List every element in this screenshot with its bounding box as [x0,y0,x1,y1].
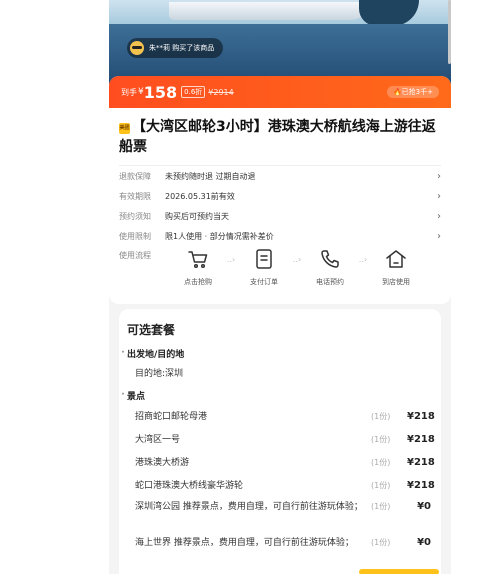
flow-step-buy: 点击抢购 [175,247,221,287]
package-item-price: ¥218 [407,457,435,468]
flow-step-label: 支付订单 [250,278,278,286]
section-header-text: 出发地/目的地 [127,349,185,360]
buyer-avatar [130,41,144,55]
section-header-attractions: · 景点 [119,385,441,405]
info-label: 预约须知 [119,211,151,221]
chevron-right-icon: › [437,170,441,182]
product-info-list: 退款保障 未预约随时退 过期自动退 › 有效期限 2026.05.31前有效 ›… [109,166,451,246]
bullet-icon: · [121,390,125,400]
meituan-tag-icon: 美团 [119,123,130,134]
cart-icon [188,251,208,269]
original-price: ¥2914 [208,87,234,97]
info-label: 有效期限 [119,191,151,201]
flow-step-pay: 支付订单 [241,247,287,287]
product-detail-screen: 朱**莉 购买了该商品 到手 ¥ 158 0.6折 ¥2914 🔥已抢3千+ 美… [109,0,451,574]
product-hero-image[interactable]: 朱**莉 购买了该商品 [109,0,451,84]
usage-flow: 使用流程 点击抢购 ‥› 支付订单 ‥› 电话预约 ‥› 到店使用 [109,247,451,287]
package-item: 招商蛇口邮轮母港 (1份) ¥218 [119,405,441,428]
usage-flow-label: 使用流程 [119,251,151,260]
package-item-qty: (1份) [371,481,391,490]
flow-step-label: 到店使用 [382,278,410,286]
info-value: 限1人使用 · 部分情况需补差价 [165,231,274,241]
section-header-route: · 出发地/目的地 [119,343,441,363]
package-item-name: 招商蛇口邮轮母港 [135,411,208,422]
info-label: 使用限制 [119,231,151,241]
package-item: 深圳湾公园 推荐景点，费用自理，可自行前往游玩体验； (1份) ¥0 [119,497,441,533]
chevron-right-icon: › [437,190,441,202]
chevron-right-icon: › [437,230,441,242]
section-header-text: 景点 [127,391,146,402]
info-row-restriction[interactable]: 使用限制 限1人使用 · 部分情况需补差价 › [119,226,441,246]
package-item-price: ¥0 [417,501,431,512]
package-item: 港珠澳大桥游 (1份) ¥218 [119,451,441,474]
package-item-price: ¥218 [407,480,435,491]
package-item: 大湾区一号 (1份) ¥218 [119,428,441,451]
info-row-booking[interactable]: 预约须知 购买后可预约当天 › [119,206,441,226]
package-item-price: ¥218 [407,434,435,445]
flame-icon: 🔥 [392,88,402,96]
flow-step-label: 点击抢购 [184,278,212,286]
recent-buyer-pill: 朱**莉 购买了该商品 [127,38,224,58]
flow-arrow-icon: ‥› [358,254,368,264]
info-label: 退款保障 [119,171,151,181]
price-prefix: 到手 [121,87,137,97]
sold-count-badge: 🔥已抢3千+ [386,86,439,98]
package-item-price: ¥0 [417,537,431,548]
product-title: 美团 【大湾区邮轮3小时】港珠澳大桥航线海上游往返船票 [119,117,441,157]
order-icon [256,249,272,269]
ship-graphic [169,2,369,20]
chevron-right-icon: › [437,210,441,222]
flow-step-label: 电话预约 [316,278,344,286]
price-bar: 到手 ¥ 158 0.6折 ¥2914 🔥已抢3千+ [109,76,451,108]
package-item-price: ¥218 [407,411,435,422]
package-item-qty: (1份) [371,538,391,547]
package-item-qty: (1份) [371,412,391,421]
sold-count-text: 已抢3千+ [401,88,433,96]
phone-icon [321,250,339,268]
info-row-validity[interactable]: 有效期限 2026.05.31前有效 › [119,186,441,206]
bullet-icon: · [121,348,125,358]
package-item: 海上世界 推荐景点，费用自理，可自行前往游玩体验； (1份) ¥0 [119,533,441,569]
info-value: 未预约随时退 过期自动退 [165,171,256,181]
package-item-name: 大湾区一号 [135,434,181,445]
info-row-refund[interactable]: 退款保障 未预约随时退 过期自动退 › [119,166,441,186]
package-item-qty: (1份) [371,435,391,444]
info-value: 购买后可预约当天 [165,211,229,221]
discount-badge: 0.6折 [181,86,206,98]
home-icon [386,250,406,268]
product-title-text: 【大湾区邮轮3小时】港珠澳大桥航线海上游往返船票 [119,119,436,155]
package-item: 蛇口港珠澳大桥线豪华游轮 (1份) ¥218 [119,474,441,497]
info-value: 2026.05.31前有效 [165,191,235,201]
product-info-card: 到手 ¥ 158 0.6折 ¥2914 🔥已抢3千+ 美团 【大湾区邮轮3小时】港… [109,76,451,304]
destination-text: 目的地:深圳 [135,369,184,379]
flow-step-use: 到店使用 [373,247,419,287]
flow-arrow-icon: ‥› [226,254,236,264]
scrollbar[interactable] [448,0,451,64]
price-value: 158 [143,82,178,102]
package-item-name: 深圳湾公园 推荐景点，费用自理，可自行前往游玩体验； [135,502,363,512]
buy-now-button[interactable] [359,569,439,574]
recent-buyer-text: 朱**莉 购买了该商品 [149,44,215,52]
package-item-qty: (1份) [371,458,391,467]
package-item-name: 港珠澳大桥游 [135,457,190,468]
package-options-card: 可选套餐 · 出发地/目的地 目的地:深圳 · 景点 招商蛇口邮轮母港 (1份)… [119,309,441,574]
flow-step-call: 电话预约 [307,247,353,287]
package-options-title: 可选套餐 [127,323,176,337]
package-item-name: 蛇口港珠澳大桥线豪华游轮 [135,480,244,491]
flow-arrow-icon: ‥› [292,254,302,264]
package-item-name: 海上世界 推荐景点，费用自理，可自行前往游玩体验； [135,538,354,548]
ship-graphic [359,0,419,26]
package-item-qty: (1份) [371,502,391,511]
